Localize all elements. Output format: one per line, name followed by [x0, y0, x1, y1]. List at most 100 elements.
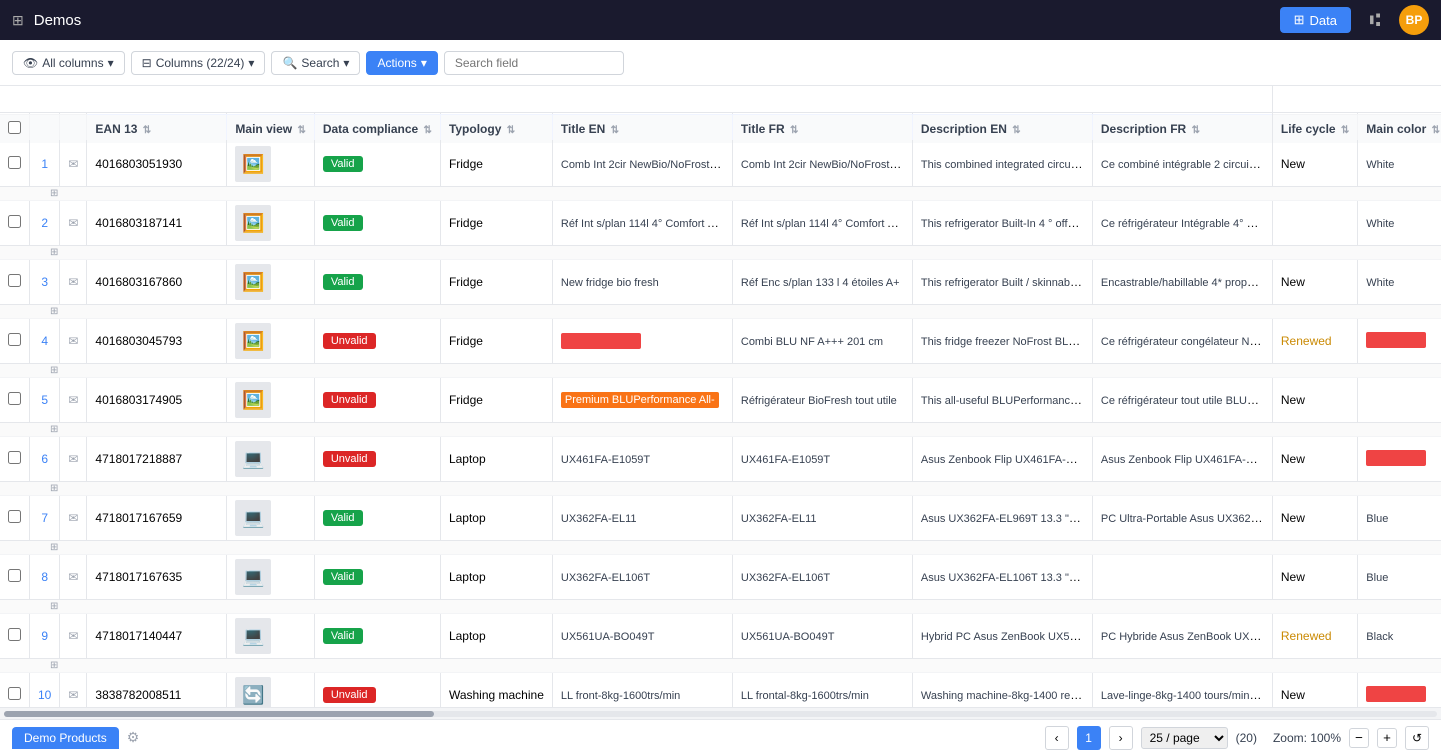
- row-checkbox[interactable]: [8, 215, 21, 228]
- table-body: 1 ✉ 4016803051930 🖼️ Valid Fridge Comb I…: [0, 142, 1441, 708]
- row-checkbox-cell[interactable]: [0, 496, 30, 541]
- select-all-checkbox[interactable]: [8, 121, 21, 134]
- row-compliance: Unvalid: [314, 673, 440, 708]
- row-checkbox-cell[interactable]: [0, 260, 30, 305]
- row-number[interactable]: 6: [30, 437, 60, 482]
- row-desc-fr: Encastrable/habillable 4* propose: [1092, 260, 1272, 305]
- zoom-out-button[interactable]: −: [1349, 728, 1369, 748]
- row-mail-icon[interactable]: ✉: [60, 496, 87, 541]
- row-main-color: [1358, 437, 1441, 482]
- row-main-color: Blue: [1358, 496, 1441, 541]
- expand-icon[interactable]: ⊞: [50, 601, 58, 612]
- page-size-select[interactable]: 25 / page 50 / page 100 / page: [1141, 727, 1228, 749]
- row-checkbox-cell[interactable]: [0, 319, 30, 364]
- row-number[interactable]: 8: [30, 555, 60, 600]
- mainview-header[interactable]: Main view ⇅: [227, 114, 314, 143]
- row-main-color: White: [1358, 201, 1441, 246]
- expand-icon[interactable]: ⊞: [50, 188, 58, 199]
- row-mail-icon[interactable]: ✉: [60, 614, 87, 659]
- table-row: 4 ✉ 4016803045793 🖼️ Unvalid Fridge Comb…: [0, 319, 1441, 364]
- row-checkbox[interactable]: [8, 628, 21, 641]
- row-ean: 4718017167635: [87, 555, 227, 600]
- row-main-view: 🖼️: [227, 378, 314, 423]
- product-image: 💻: [235, 559, 271, 595]
- share-button[interactable]: ⑆: [1359, 4, 1391, 36]
- row-checkbox[interactable]: [8, 156, 21, 169]
- row-mail-icon[interactable]: ✉: [60, 201, 87, 246]
- maincolor-header[interactable]: Main color ⇅: [1358, 114, 1441, 143]
- typology-header[interactable]: Typology ⇅: [440, 114, 552, 143]
- top-navigation: ⊞ Demos ⊞ Data ⑆ BP: [0, 0, 1441, 40]
- row-mail-icon[interactable]: ✉: [60, 378, 87, 423]
- search-button[interactable]: 🔍 Search ▾: [271, 51, 360, 75]
- row-checkbox[interactable]: [8, 274, 21, 287]
- row-number[interactable]: 4: [30, 319, 60, 364]
- ean13-header[interactable]: EAN 13 ⇅: [87, 114, 227, 143]
- current-page[interactable]: 1: [1077, 726, 1101, 750]
- expand-icon[interactable]: ⊞: [50, 424, 58, 435]
- row-mail-icon[interactable]: ✉: [60, 437, 87, 482]
- row-checkbox-cell[interactable]: [0, 142, 30, 187]
- row-compliance: Unvalid: [314, 437, 440, 482]
- titleen-header[interactable]: Title EN ⇅: [552, 114, 732, 143]
- scrollbar-thumb[interactable]: [4, 711, 434, 717]
- row-checkbox-cell[interactable]: [0, 378, 30, 423]
- row-checkbox[interactable]: [8, 687, 21, 700]
- horizontal-scrollbar[interactable]: [0, 707, 1441, 719]
- actions-button[interactable]: Actions ▾: [366, 51, 437, 75]
- table-sub-row: ⊞: [0, 187, 1441, 201]
- row-number[interactable]: 9: [30, 614, 60, 659]
- compliance-header[interactable]: Data compliance ⇅: [314, 114, 440, 143]
- row-checkbox-cell[interactable]: [0, 555, 30, 600]
- demo-products-tab[interactable]: Demo Products: [12, 727, 119, 749]
- row-checkbox[interactable]: [8, 569, 21, 582]
- all-columns-button[interactable]: 👁 All columns ▾: [12, 51, 125, 75]
- row-checkbox[interactable]: [8, 392, 21, 405]
- row-number[interactable]: 10: [30, 673, 60, 708]
- next-page-button[interactable]: ›: [1109, 726, 1133, 750]
- expand-icon[interactable]: ⊞: [50, 365, 58, 376]
- row-compliance: Valid: [314, 201, 440, 246]
- descen-header[interactable]: Description EN ⇅: [912, 114, 1092, 143]
- titlefr-header[interactable]: Title FR ⇅: [732, 114, 912, 143]
- expand-icon[interactable]: ⊞: [50, 247, 58, 258]
- refresh-button[interactable]: ↺: [1405, 726, 1429, 750]
- search-field-input[interactable]: [444, 51, 624, 75]
- row-desc-fr: Ce réfrigérateur Intégrable 4° propose u…: [1092, 201, 1272, 246]
- row-mail-icon[interactable]: ✉: [60, 260, 87, 305]
- zoom-in-button[interactable]: +: [1377, 728, 1397, 748]
- row-number[interactable]: 3: [30, 260, 60, 305]
- row-checkbox[interactable]: [8, 333, 21, 346]
- prev-page-button[interactable]: ‹: [1045, 726, 1069, 750]
- info-header-row: Informations: [0, 86, 1441, 113]
- row-mail-icon[interactable]: ✉: [60, 142, 87, 187]
- row-mail-icon[interactable]: ✉: [60, 555, 87, 600]
- expand-icon[interactable]: ⊞: [50, 542, 58, 553]
- row-mail-icon[interactable]: ✉: [60, 319, 87, 364]
- row-checkbox-cell[interactable]: [0, 614, 30, 659]
- row-checkbox-cell[interactable]: [0, 201, 30, 246]
- row-number[interactable]: 1: [30, 142, 60, 187]
- data-button[interactable]: ⊞ Data: [1280, 7, 1351, 33]
- row-title-en: Premium BLUPerformance All-: [552, 378, 732, 423]
- row-number[interactable]: 2: [30, 201, 60, 246]
- row-checkbox[interactable]: [8, 451, 21, 464]
- avatar[interactable]: BP: [1399, 5, 1429, 35]
- row-checkbox-cell[interactable]: [0, 673, 30, 708]
- row-number[interactable]: 5: [30, 378, 60, 423]
- row-checkbox-cell[interactable]: [0, 437, 30, 482]
- settings-icon[interactable]: ⚙: [127, 729, 140, 746]
- descfr-header[interactable]: Description FR ⇅: [1092, 114, 1272, 143]
- row-checkbox[interactable]: [8, 510, 21, 523]
- expand-icon[interactable]: ⊞: [50, 660, 58, 671]
- row-main-color: [1358, 319, 1441, 364]
- product-image: 🖼️: [235, 323, 271, 359]
- row-mail-icon[interactable]: ✉: [60, 673, 87, 708]
- expand-icon[interactable]: ⊞: [50, 483, 58, 494]
- select-all-header[interactable]: [0, 114, 30, 143]
- expand-icon[interactable]: ⊞: [50, 306, 58, 317]
- lifecycle-header[interactable]: Life cycle ⇅: [1272, 114, 1357, 143]
- columns-button[interactable]: ⊟ Columns (22/24) ▾: [131, 51, 266, 75]
- table-sub-row: ⊞: [0, 364, 1441, 378]
- row-number[interactable]: 7: [30, 496, 60, 541]
